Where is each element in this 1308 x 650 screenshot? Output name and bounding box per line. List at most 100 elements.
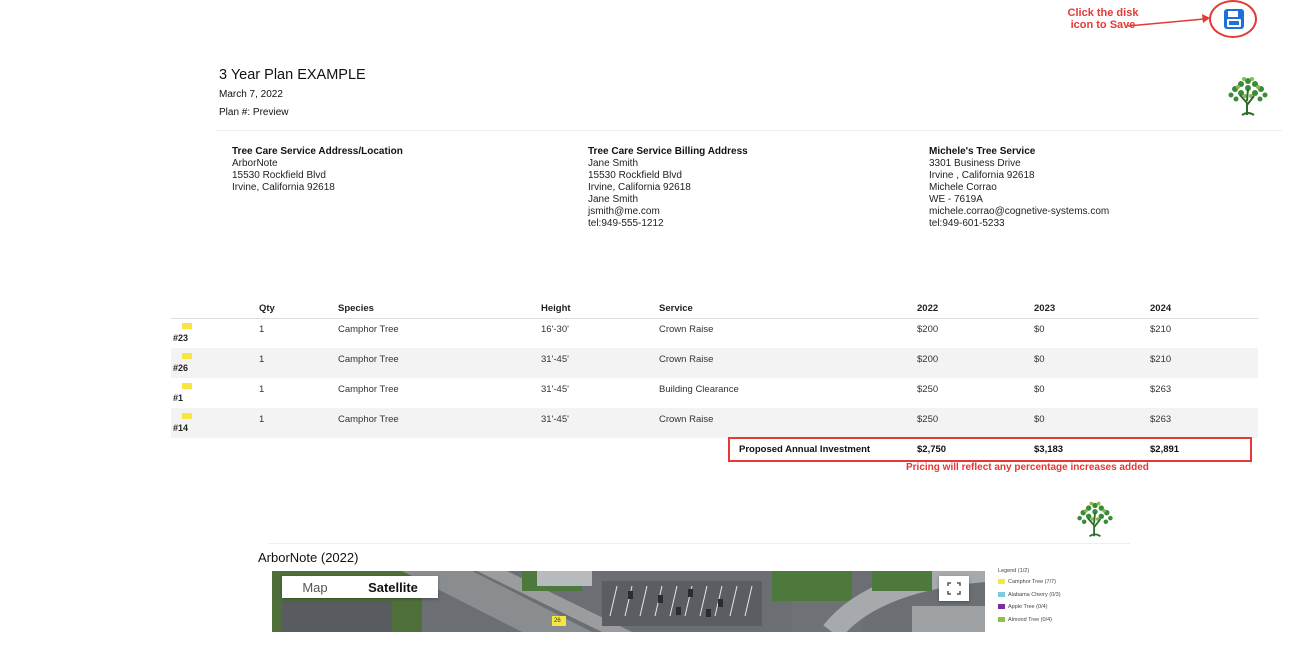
tree-tag-number: #1 [173,393,184,403]
tree-tag-marker [182,323,192,329]
service-address-line: ArborNote [232,158,278,169]
legend-label: Camphor Tree (7/7) [1008,579,1056,585]
col-header-2023: 2023 [1034,303,1056,314]
provider-phone: tel:949-601-5233 [929,218,1005,229]
cell-2024: $210 [1150,354,1172,365]
cell-2023: $0 [1034,414,1045,425]
investment-2023: $3,183 [1034,444,1064,455]
fullscreen-button[interactable] [939,576,969,601]
cell-2023: $0 [1034,324,1045,335]
cell-2022: $250 [917,384,939,395]
legend-title: Legend (1/2) [998,568,1030,574]
cell-service: Building Clearance [659,384,739,395]
service-address-block: Tree Care Service Address/Location Arbor… [232,146,403,194]
legend-item[interactable]: Apple Tree (0/4) [998,604,1047,610]
provider-address-line: 3301 Business Drive [929,158,1021,169]
tree-tag-number: #26 [173,363,189,373]
legend-swatch [998,592,1005,598]
cell-2024: $263 [1150,414,1172,425]
service-address-line: Irvine, California 92618 [232,182,335,193]
investment-2024: $2,891 [1150,444,1180,455]
provider-address-line: Irvine , California 92618 [929,170,1035,181]
tree-logo-icon [1077,501,1113,537]
col-header-qty: Qty [259,303,275,314]
cell-species: Camphor Tree [338,324,399,335]
table-row[interactable]: #26 1 Camphor Tree 31'-45' Crown Raise $… [171,348,1258,378]
billing-address-line: 15530 Rockfield Blvd [588,170,682,181]
col-header-species: Species [338,303,374,314]
legend-label: Alabama Cherry (0/3) [1008,592,1061,598]
billing-phone: tel:949-555-1212 [588,218,664,229]
plan-number: Plan #: Preview [219,107,289,118]
col-header-2024: 2024 [1150,303,1172,314]
cell-2024: $263 [1150,384,1172,395]
provider-address-block: Michele's Tree Service 3301 Business Dri… [929,146,1109,230]
cell-service: Crown Raise [659,354,714,365]
billing-address-block: Tree Care Service Billing Address Jane S… [588,146,748,230]
tree-tag-number: #14 [173,423,189,433]
cell-species: Camphor Tree [338,354,399,365]
provider-email: michele.corrao@cognetive-systems.com [929,206,1110,217]
cell-qty: 1 [259,324,265,335]
legend-swatch [998,604,1005,610]
service-address-heading: Tree Care Service Address/Location [232,146,403,157]
cell-height: 31'-45' [541,354,569,365]
tree-tag-marker [182,383,192,389]
col-header-height: Height [541,303,571,314]
cell-qty: 1 [259,354,265,365]
table-row[interactable]: #14 1 Camphor Tree 31'-45' Crown Raise $… [171,408,1258,438]
tree-marker-label[interactable]: 26 [554,618,561,624]
map-tab[interactable]: Map [282,576,348,598]
map-title: ArborNote (2022) [258,550,359,565]
plan-date: March 7, 2022 [219,89,283,100]
investment-2022: $2,750 [917,444,947,455]
save-disk-icon[interactable] [1223,8,1245,30]
cell-2022: $250 [917,414,939,425]
cell-species: Camphor Tree [338,414,399,425]
legend-item[interactable]: Camphor Tree (7/7) [998,579,1056,585]
cell-2022: $200 [917,354,939,365]
tree-tag-marker [182,413,192,419]
table-row[interactable]: #23 1 Camphor Tree 16'-30' Crown Raise $… [171,318,1258,348]
cell-2023: $0 [1034,384,1045,395]
provider-contact-name: Michele Corrao [929,182,997,193]
legend-item[interactable]: Alabama Cherry (0/3) [998,592,1061,598]
provider-name-heading: Michele's Tree Service [929,146,1036,157]
billing-address-line: Jane Smith [588,158,639,169]
tree-tag-number: #23 [173,333,189,343]
investment-label: Proposed Annual Investment [739,444,871,455]
cell-2024: $210 [1150,324,1172,335]
table-row[interactable]: #1 1 Camphor Tree 31'-45' Building Clear… [171,378,1258,408]
cell-height: 31'-45' [541,384,569,395]
cell-height: 16'-30' [541,324,569,335]
cell-qty: 1 [259,414,265,425]
map-type-control: Map Satellite [282,576,438,598]
header-divider [216,130,1282,131]
cell-species: Camphor Tree [338,384,399,395]
legend-swatch [998,617,1005,623]
cell-qty: 1 [259,384,265,395]
legend-item[interactable]: Almond Tree (0/4) [998,617,1052,623]
callout-arrow-icon [1128,14,1210,27]
legend-label: Apple Tree (0/4) [1008,604,1048,610]
legend-swatch [998,579,1005,585]
plan-title: 3 Year Plan EXAMPLE [219,67,366,83]
col-header-service: Service [659,303,693,314]
cell-service: Crown Raise [659,414,714,425]
billing-email: jsmith@me.com [588,206,660,217]
satellite-tab[interactable]: Satellite [348,576,438,598]
map-legend: Legend (1/2) Camphor Tree (7/7) Alabama … [998,568,1108,628]
billing-address-line: Jane Smith [588,194,639,205]
col-header-2022: 2022 [917,303,939,314]
cell-service: Crown Raise [659,324,714,335]
fullscreen-icon [947,582,961,595]
map-section-divider [268,543,1130,544]
legend-label: Almond Tree (0/4) [1008,617,1053,623]
pricing-note: Pricing will reflect any percentage incr… [906,462,1149,473]
cell-2023: $0 [1034,354,1045,365]
service-address-line: 15530 Rockfield Blvd [232,170,326,181]
billing-address-heading: Tree Care Service Billing Address [588,146,748,157]
billing-address-line: Irvine, California 92618 [588,182,691,193]
tree-tag-marker [182,353,192,359]
cell-height: 31'-45' [541,414,569,425]
